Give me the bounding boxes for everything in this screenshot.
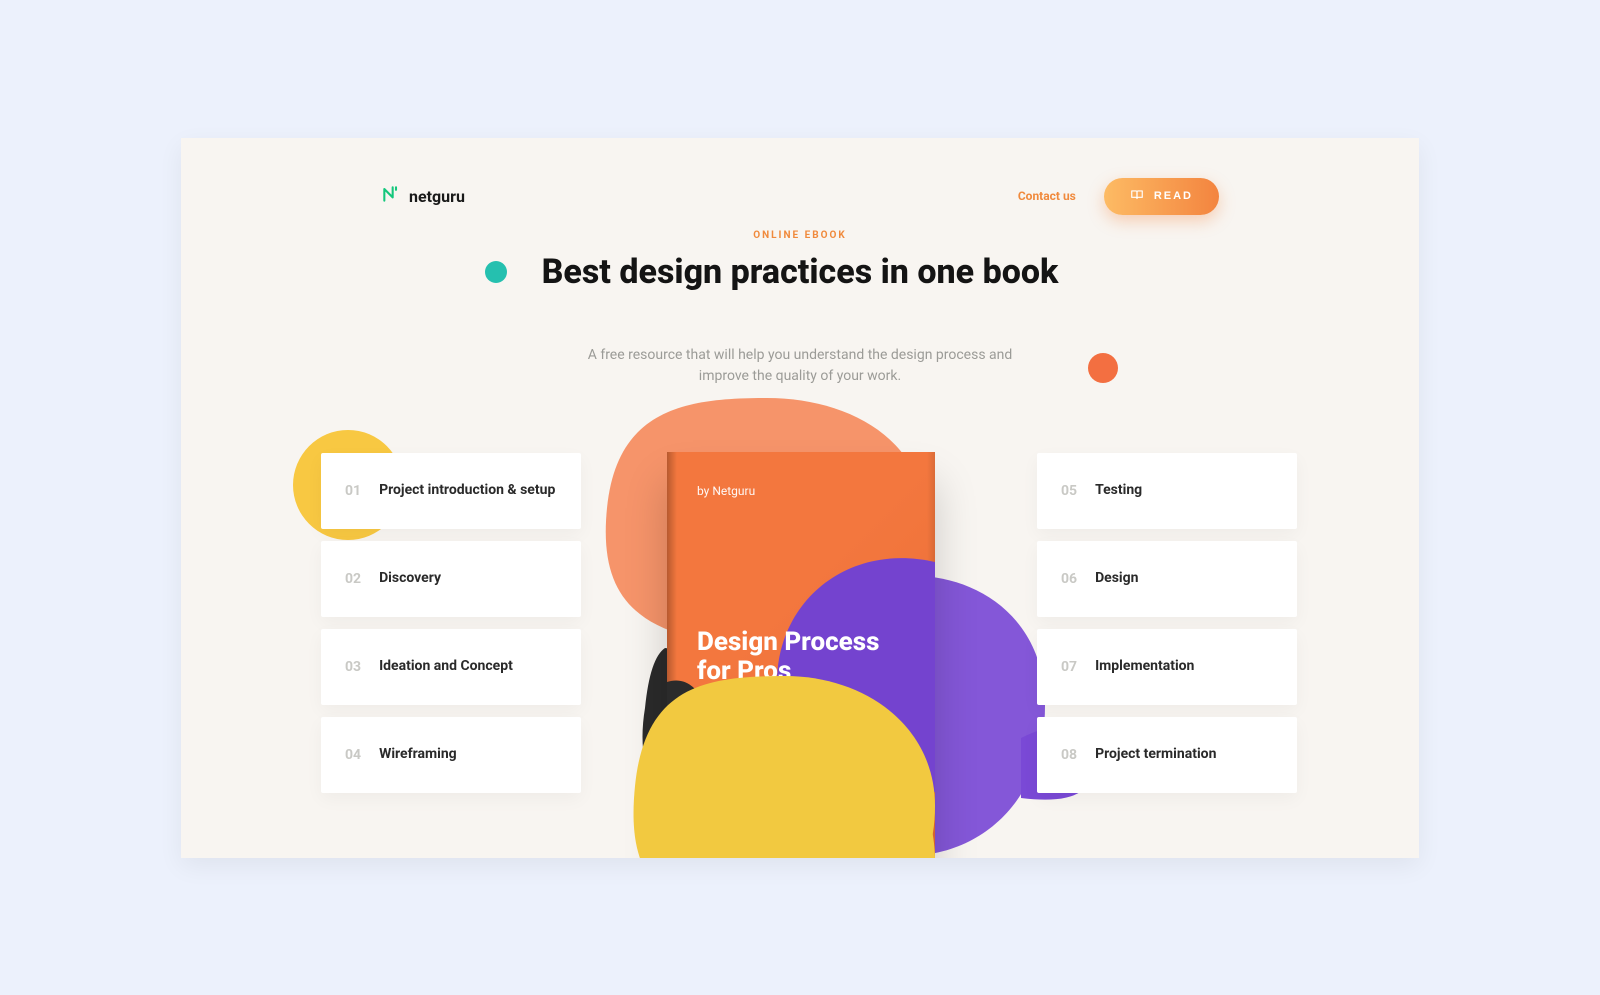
chapter-number: 01	[345, 483, 361, 499]
chapter-label: Testing	[1095, 481, 1142, 500]
chapter-card-07[interactable]: 07 Implementation	[1037, 629, 1297, 705]
brand-logo-icon	[381, 184, 401, 208]
read-button-label: READ	[1154, 190, 1193, 202]
chapter-label: Discovery	[379, 569, 441, 588]
brand-logo[interactable]: netguru	[381, 184, 465, 208]
chapter-label: Implementation	[1095, 657, 1194, 676]
chapter-label: Wireframing	[379, 745, 457, 764]
chapter-label: Design	[1095, 569, 1138, 588]
page-frame: netguru Contact us READ ONLINE EBOOK Bes…	[181, 138, 1419, 858]
hero-eyebrow: ONLINE EBOOK	[181, 230, 1419, 241]
decorative-blob-yellow	[625, 676, 945, 858]
read-button[interactable]: READ	[1104, 178, 1219, 215]
decorative-dot-teal	[485, 261, 507, 283]
chapter-card-02[interactable]: 02 Discovery	[321, 541, 581, 617]
hero-subhead: A free resource that will help you under…	[585, 345, 1015, 387]
book-icon	[1130, 188, 1144, 205]
hero-headline: Best design practices in one book	[540, 253, 1060, 292]
chapter-number: 03	[345, 659, 361, 675]
chapters-left: 01 Project introduction & setup 02 Disco…	[321, 453, 581, 793]
nav-right: Contact us READ	[1018, 178, 1219, 215]
chapters-right: 05 Testing 06 Design 07 Implementation 0…	[1037, 453, 1297, 793]
chapter-number: 08	[1061, 747, 1077, 763]
chapter-label: Ideation and Concept	[379, 657, 513, 676]
chapter-card-03[interactable]: 03 Ideation and Concept	[321, 629, 581, 705]
chapter-card-05[interactable]: 05 Testing	[1037, 453, 1297, 529]
brand-name: netguru	[409, 187, 465, 206]
chapter-number: 07	[1061, 659, 1077, 675]
chapter-card-04[interactable]: 04 Wireframing	[321, 717, 581, 793]
chapter-number: 06	[1061, 571, 1077, 587]
contact-link[interactable]: Contact us	[1018, 189, 1076, 203]
chapter-number: 04	[345, 747, 361, 763]
book-stage: by Netguru Design Process for Pros A com…	[585, 418, 1015, 858]
chapter-label: Project termination	[1095, 745, 1216, 764]
decorative-dot-orange	[1088, 353, 1118, 383]
chapter-label: Project introduction & setup	[379, 481, 555, 500]
chapter-number: 02	[345, 571, 361, 587]
chapter-number: 05	[1061, 483, 1077, 499]
chapter-card-01[interactable]: 01 Project introduction & setup	[321, 453, 581, 529]
chapter-card-08[interactable]: 08 Project termination	[1037, 717, 1297, 793]
chapter-card-06[interactable]: 06 Design	[1037, 541, 1297, 617]
top-nav: netguru Contact us READ	[381, 178, 1219, 215]
book-byline: by Netguru	[697, 484, 755, 498]
